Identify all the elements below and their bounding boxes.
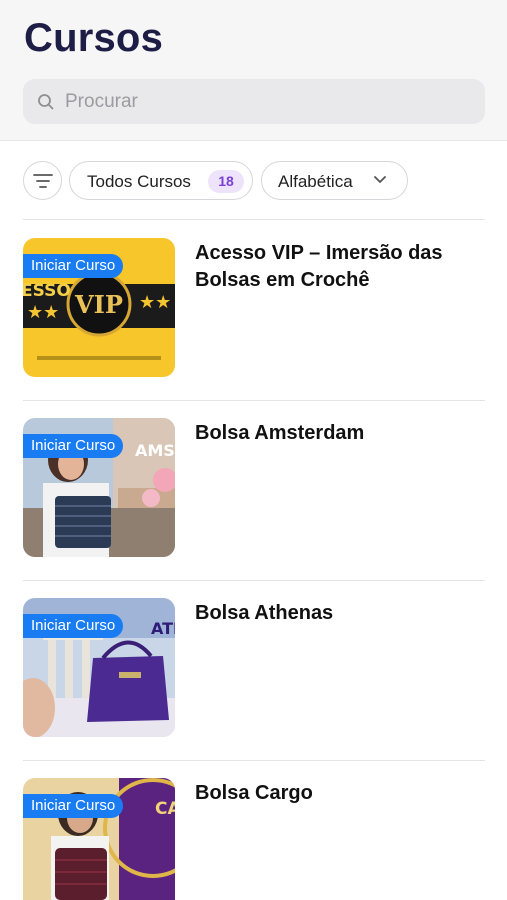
divider xyxy=(23,580,485,581)
divider xyxy=(23,219,485,220)
course-title[interactable]: Bolsa Amsterdam xyxy=(195,420,485,447)
course-thumbnail[interactable]: AMST Iniciar Curso xyxy=(23,418,175,557)
sort-label: Alfabética xyxy=(278,172,353,191)
svg-text:★★: ★★ xyxy=(139,292,171,312)
search-bar[interactable] xyxy=(23,79,485,124)
thumb-vip-text: VIP xyxy=(74,290,123,319)
header: Cursos xyxy=(0,0,507,141)
course-thumbnail[interactable]: ATI Iniciar Curso xyxy=(23,598,175,737)
course-item-acesso-vip[interactable]: VIP ESSO ★★ ★★ Iniciar Curso Acesso VIP … xyxy=(0,238,507,398)
start-course-badge[interactable]: Iniciar Curso xyxy=(23,794,124,818)
course-thumbnail[interactable]: CA Iniciar Curso xyxy=(23,778,175,900)
course-item-bolsa-amsterdam[interactable]: AMST Iniciar Curso Bolsa Amsterdam xyxy=(0,418,507,578)
course-title[interactable]: Acesso VIP – Imersão das Bolsas em Croch… xyxy=(195,240,485,294)
divider xyxy=(23,400,485,401)
svg-text:ESSO: ESSO xyxy=(23,281,71,301)
page-title: Cursos xyxy=(24,16,164,60)
chevron-down-icon xyxy=(374,176,386,183)
course-count-badge: 18 xyxy=(208,170,244,193)
divider xyxy=(23,760,485,761)
course-thumbnail[interactable]: VIP ESSO ★★ ★★ Iniciar Curso xyxy=(23,238,175,377)
course-item-bolsa-athenas[interactable]: ATI Iniciar Curso Bolsa Athenas xyxy=(0,598,507,758)
thumb-amsterdam-text: AMST xyxy=(135,441,175,460)
course-title[interactable]: Bolsa Cargo xyxy=(195,780,485,807)
course-item-bolsa-cargo[interactable]: CA Iniciar Curso Bolsa Cargo xyxy=(0,778,507,900)
filter-row: Todos Cursos 18 Alfabética xyxy=(0,161,507,201)
thumb-cargo-text: CA xyxy=(155,799,175,819)
all-courses-label: Todos Cursos xyxy=(87,172,191,191)
filter-icon xyxy=(33,174,53,188)
search-icon xyxy=(37,93,55,111)
search-input[interactable] xyxy=(65,79,475,124)
course-title[interactable]: Bolsa Athenas xyxy=(195,600,485,627)
start-course-badge[interactable]: Iniciar Curso xyxy=(23,254,124,278)
sort-dropdown[interactable]: Alfabética xyxy=(261,161,408,200)
filter-button[interactable] xyxy=(23,161,62,200)
start-course-badge[interactable]: Iniciar Curso xyxy=(23,434,124,458)
thumb-athenas-text: ATI xyxy=(151,619,175,638)
start-course-badge[interactable]: Iniciar Curso xyxy=(23,614,124,638)
svg-text:★★: ★★ xyxy=(27,302,59,322)
all-courses-chip[interactable]: Todos Cursos 18 xyxy=(69,161,253,200)
